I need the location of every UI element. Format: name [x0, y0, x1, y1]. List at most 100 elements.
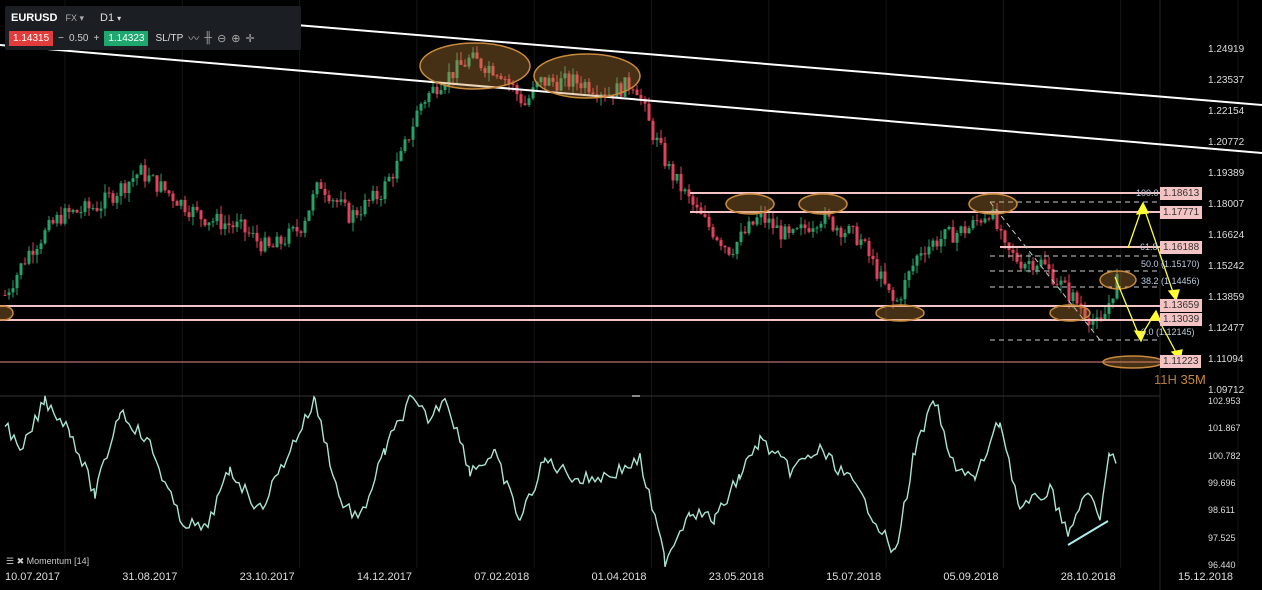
buy-price-button[interactable]: 1.14323: [104, 30, 149, 46]
price-axis-label: 1.23537: [1208, 75, 1245, 86]
candle: [979, 220, 983, 223]
candle: [891, 290, 895, 301]
candle: [951, 226, 955, 243]
crosshair-icon[interactable]: ✛: [246, 32, 255, 45]
candle: [519, 94, 523, 104]
level-badge: 1.11223: [1160, 355, 1202, 368]
date-axis-label: 01.04.2018: [591, 571, 647, 583]
candle: [307, 210, 311, 221]
candle: [111, 193, 115, 203]
candle: [967, 228, 971, 234]
candle: [631, 89, 635, 91]
candle: [1039, 259, 1043, 266]
candle: [711, 227, 715, 238]
candle: [735, 242, 739, 254]
fib-label: 0.0 (1.12145): [1141, 327, 1195, 337]
candle: [943, 229, 947, 240]
candle: [807, 228, 811, 232]
candle: [975, 220, 979, 222]
candle: [1035, 265, 1039, 271]
candle: [787, 226, 791, 233]
candle: [635, 89, 639, 96]
candle: [663, 142, 667, 167]
candle: [283, 243, 287, 245]
candle-countdown: 11H 35M: [1154, 372, 1206, 387]
candle: [79, 212, 83, 214]
date-axis-label: 10.07.2017: [5, 571, 61, 583]
candle: [175, 201, 179, 206]
symbol-name[interactable]: EURUSD: [11, 12, 57, 24]
timeframe-label: D1: [100, 12, 115, 24]
price-axis-label: 1.09712: [1208, 385, 1245, 396]
candle: [147, 175, 151, 182]
spread-plus: +: [93, 32, 100, 44]
close-icon[interactable]: ✖: [17, 556, 25, 566]
chart-canvas[interactable]: [0, 0, 1262, 590]
candle: [375, 190, 379, 200]
fib-label: 38.2 (1.14456): [1141, 276, 1200, 286]
candle: [279, 236, 283, 244]
line-chart-icon[interactable]: 〰: [188, 30, 199, 46]
candle: [403, 139, 407, 152]
candle: [855, 226, 859, 245]
candle: [219, 213, 223, 230]
candle: [235, 221, 239, 228]
indicator-name: Momentum [14]: [26, 556, 90, 566]
candle: [1031, 261, 1035, 271]
candle: [23, 263, 27, 265]
candle: [755, 217, 759, 225]
candles-icon[interactable]: ╫: [204, 32, 212, 44]
candle: [875, 259, 879, 279]
candle: [259, 241, 263, 252]
candle: [639, 95, 643, 99]
spread-value: 0.50: [69, 32, 89, 44]
candle: [903, 279, 907, 300]
candle: [1003, 230, 1007, 243]
candle: [835, 227, 839, 231]
candle: [135, 174, 139, 179]
sell-price-button[interactable]: 1.14315: [9, 30, 54, 46]
candle: [987, 218, 991, 220]
candle: [815, 227, 819, 229]
candle: [155, 175, 159, 192]
candle: [907, 271, 911, 280]
candle: [251, 232, 255, 234]
symbol-toolbar: EURUSD FX ▾ D1 ▾ 1.14315 − 0.50 + 1.1432…: [5, 6, 301, 50]
date-axis-label: 15.07.2018: [826, 571, 882, 583]
candle: [127, 181, 131, 194]
candle: [1055, 284, 1059, 286]
candle: [59, 214, 63, 224]
candle: [1023, 263, 1027, 269]
candle: [919, 253, 923, 256]
candle: [255, 232, 259, 242]
candle: [179, 199, 183, 206]
timeframe-dropdown[interactable]: D1 ▾: [100, 12, 121, 24]
candle: [215, 213, 219, 222]
zoom-out-icon[interactable]: ⊖: [217, 32, 226, 45]
candle: [803, 224, 807, 229]
candle: [779, 225, 783, 240]
price-axis-label: 1.18007: [1208, 199, 1245, 210]
candle: [75, 210, 79, 213]
market-dropdown[interactable]: FX ▾: [65, 13, 84, 24]
candle: [331, 200, 335, 202]
candle: [299, 231, 303, 233]
candle: [271, 246, 275, 248]
candle: [775, 225, 779, 228]
candle: [247, 232, 251, 234]
date-axis-label: 23.10.2017: [239, 571, 295, 583]
candle: [927, 246, 931, 255]
candle: [383, 181, 387, 200]
zoom-in-icon[interactable]: ⊕: [231, 32, 240, 45]
candle: [851, 225, 855, 227]
price-axis-label: 1.16624: [1208, 230, 1245, 241]
candle: [923, 253, 927, 255]
candle: [395, 160, 399, 179]
menu-icon[interactable]: ☰: [6, 556, 14, 566]
candle: [99, 208, 103, 211]
candle: [47, 220, 51, 231]
pane-resize-handle[interactable]: [632, 395, 640, 397]
sltp-button[interactable]: SL/TP: [155, 33, 183, 44]
candle: [871, 255, 875, 260]
upper-trendline: [199, 16, 1262, 106]
